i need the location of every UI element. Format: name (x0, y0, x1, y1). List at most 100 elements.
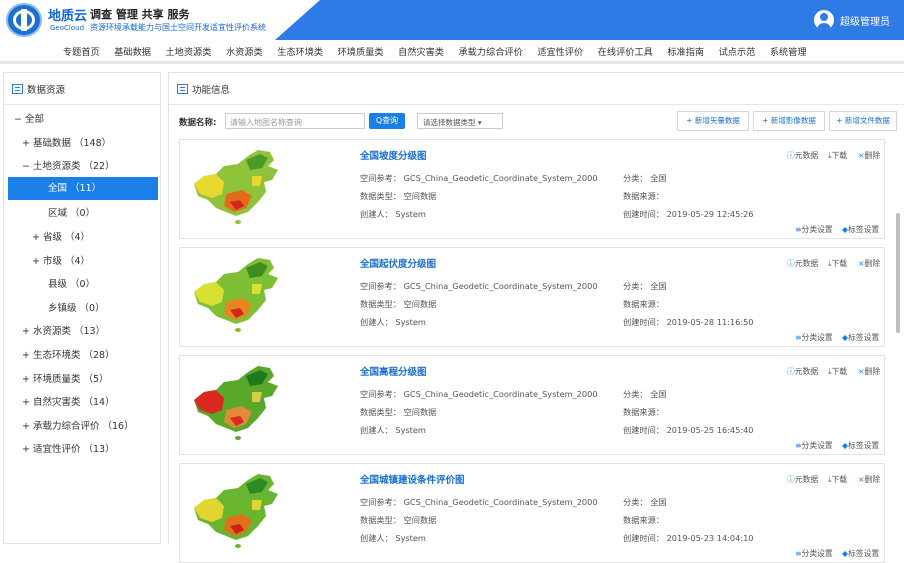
tree-item[interactable]: + 生态环境类 （28） (22, 347, 115, 361)
source-row: 数据来源： (623, 299, 664, 309)
tree-item[interactable]: + 适宜性评价 （13） (22, 441, 115, 455)
data-card[interactable]: 全国起伏度分级图空间参考： GCS_China_Geodetic_Coordin… (179, 247, 885, 347)
nav-item[interactable]: 水资源类 (226, 44, 263, 58)
tree-item[interactable]: − 全部 (14, 111, 44, 125)
tree-item[interactable]: + 环境质量类 （5） (22, 371, 109, 385)
classify-link[interactable]: ≡分类设置 (795, 440, 833, 451)
tree-item[interactable]: + 基础数据 （148） (22, 135, 111, 149)
nav-item[interactable]: 试点示范 (719, 44, 756, 58)
nav-item[interactable]: 专题首页 (63, 44, 100, 58)
nav-item[interactable]: 标准指南 (667, 44, 704, 58)
category-row: 分类： 全国 (623, 173, 667, 183)
brand-name: 地质云 (48, 9, 88, 24)
tree-item[interactable]: + 承载力综合评价 （16） (22, 418, 134, 432)
tree-item[interactable]: 乡镇级 （0） (48, 300, 105, 314)
delete-link[interactable]: ×删除 (858, 366, 880, 377)
download-link[interactable]: ⤓下载 (828, 474, 847, 485)
function-info-icon (177, 83, 188, 94)
classify-link[interactable]: ≡分类设置 (795, 548, 833, 559)
nav-item[interactable]: 承载力综合评价 (459, 44, 523, 58)
nav-item[interactable]: 系统管理 (770, 44, 807, 58)
geocloud-logo (6, 3, 42, 37)
metadata-icon: ⓘ (787, 367, 795, 376)
metadata-link[interactable]: ⓘ元数据 (787, 366, 818, 377)
dtype-row: 数据类型： 空间数据 (360, 407, 437, 417)
map-thumbnail[interactable] (186, 470, 286, 550)
card-title[interactable]: 全国坡度分级图 (360, 148, 427, 162)
card-title[interactable]: 全国起伏度分级图 (360, 256, 436, 270)
tree-item[interactable]: 全国 （11） (8, 176, 158, 200)
card-title[interactable]: 全国城镇建设条件评价图 (360, 472, 465, 486)
classify-link[interactable]: ≡分类设置 (795, 332, 833, 343)
system-name: 资源环境承载能力与国土空间开发适宜性评价系统 (90, 23, 266, 32)
ref-row: 空间参考： GCS_China_Geodetic_Coordinate_Syst… (360, 173, 598, 183)
add-image-button[interactable]: + 新增影像数据 (753, 111, 825, 131)
metadata-icon: ⓘ (787, 259, 795, 268)
source-row: 数据来源： (623, 515, 664, 525)
add-vector-button[interactable]: + 新增矢量数据 (677, 111, 749, 131)
nav-item[interactable]: 环境质量类 (338, 44, 384, 58)
tree-item[interactable]: + 自然灾害类 （14） (22, 394, 115, 408)
classify-link[interactable]: ≡分类设置 (795, 224, 833, 235)
search-button[interactable]: Q查询 (369, 113, 405, 129)
tree-item[interactable]: 区域 （0） (48, 205, 95, 219)
delete-link[interactable]: ×删除 (858, 258, 880, 269)
tree-item[interactable]: + 省级 （4） (32, 229, 90, 243)
map-thumbnail[interactable] (186, 146, 286, 226)
data-card[interactable]: 全国高程分级图 空间参考： GCS_China_Geodetic_Coordina… (179, 355, 885, 455)
creator-row: 创建人： System (360, 209, 426, 219)
card-title[interactable]: 全国高程分级图 (360, 364, 427, 378)
nav-item[interactable]: 土地资源类 (166, 44, 212, 58)
nav-item[interactable]: 适宜性评价 (537, 44, 583, 58)
sidebar-header: 数据资源 (4, 73, 160, 105)
add-file-button[interactable]: + 新增文件数据 (829, 111, 897, 131)
data-card[interactable]: 全国城镇建设条件评价图 空间参考： GCS_China_Geodetic_Coor… (179, 463, 885, 563)
metadata-icon: ⓘ (787, 151, 795, 160)
sidebar-title: 数据资源 (27, 84, 66, 96)
user-avatar-icon (814, 10, 834, 30)
slogan: 调查 管理 共享 服务 (90, 8, 190, 21)
tag-link[interactable]: ◆标签设置 (842, 224, 879, 235)
download-link[interactable]: ⤓下载 (828, 150, 847, 161)
category-row: 分类： 全国 (623, 497, 667, 507)
nav-item[interactable]: 基础数据 (114, 44, 151, 58)
ctime-row: 创建时间： 2019-05-25 16:45:40 (623, 425, 754, 435)
scrollbar[interactable] (896, 213, 900, 333)
search-input[interactable]: 请输入地图名称查询 (225, 113, 365, 129)
user-menu[interactable]: 超级管理员 (814, 10, 890, 30)
tag-link[interactable]: ◆标签设置 (842, 332, 879, 343)
ref-row: 空间参考： GCS_China_Geodetic_Coordinate_Syst… (360, 281, 598, 291)
brand-area: 地质云 GeoCloud 调查 管理 共享 服务 资源环境承载能力与国土空间开发… (0, 0, 320, 40)
metadata-icon: ⓘ (787, 475, 795, 484)
dtype-row: 数据类型： 空间数据 (360, 191, 437, 201)
download-link[interactable]: ⤓下载 (828, 366, 847, 377)
tag-link[interactable]: ◆标签设置 (842, 440, 879, 451)
main-panel: 功能信息 数据名称: 请输入地图名称查询 Q查询 请选择数据类型 ▾ + 新增矢… (168, 72, 904, 563)
tree-item[interactable]: 县级 （0） (48, 276, 95, 290)
main-title: 功能信息 (192, 84, 231, 96)
creator-row: 创建人： System (360, 425, 426, 435)
creator-row: 创建人： System (360, 317, 426, 327)
metadata-link[interactable]: ⓘ元数据 (787, 258, 818, 269)
map-thumbnail[interactable] (186, 362, 286, 442)
category-row: 分类： 全国 (623, 281, 667, 291)
tree-item[interactable]: − 土地资源类 （22） (22, 158, 115, 172)
delete-link[interactable]: ×删除 (858, 150, 880, 161)
metadata-link[interactable]: ⓘ元数据 (787, 150, 818, 161)
source-row: 数据来源： (623, 407, 664, 417)
sidebar: 数据资源 − 全部 + 基础数据 （148） − 土地资源类 （22） 全国 （11）… (3, 72, 161, 544)
delete-link[interactable]: ×删除 (858, 474, 880, 485)
nav-item[interactable]: 生态环境类 (277, 44, 323, 58)
data-card[interactable]: 全国坡度分级图空间参考： GCS_China_Geodetic_Coordina… (179, 139, 885, 239)
map-thumbnail[interactable] (186, 254, 286, 334)
data-type-select[interactable]: 请选择数据类型 ▾ (417, 113, 503, 129)
filter-bar: 数据名称: 请输入地图名称查询 Q查询 请选择数据类型 ▾ + 新增矢量数据 +… (179, 111, 897, 133)
tag-link[interactable]: ◆标签设置 (842, 548, 879, 559)
download-link[interactable]: ⤓下载 (828, 258, 847, 269)
nav-item[interactable]: 自然灾害类 (398, 44, 444, 58)
tree-item[interactable]: + 市级 （4） (32, 253, 90, 267)
creator-row: 创建人： System (360, 533, 426, 543)
metadata-link[interactable]: ⓘ元数据 (787, 474, 818, 485)
nav-item[interactable]: 在线评价工具 (598, 44, 653, 58)
tree-item[interactable]: + 水资源类 （13） (22, 323, 105, 337)
